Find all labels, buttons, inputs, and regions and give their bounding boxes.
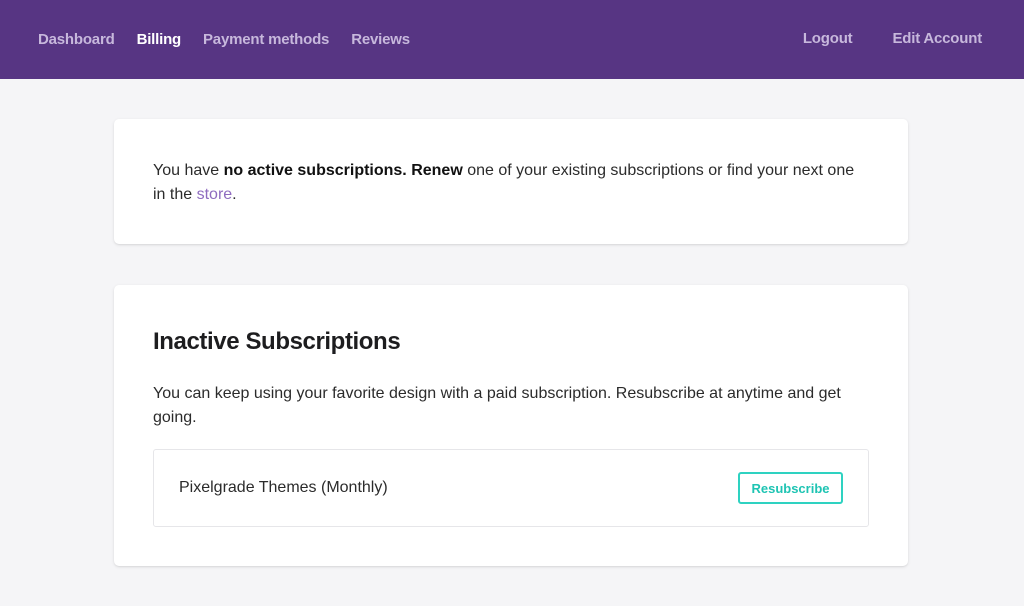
account-nav: Logout Edit Account — [803, 30, 982, 47]
nav-dashboard-link[interactable]: Dashboard — [38, 31, 115, 48]
inactive-subscriptions-title: Inactive Subscriptions — [153, 328, 401, 355]
primary-nav: Dashboard Billing Payment methods Review… — [38, 31, 410, 48]
subscription-name: Pixelgrade Themes (Monthly) — [179, 479, 388, 496]
resubscribe-button[interactable]: Resubscribe — [738, 472, 843, 504]
inactive-subscriptions-description: You can keep using your favorite design … — [153, 385, 841, 426]
edit-account-link[interactable]: Edit Account — [892, 30, 982, 47]
inactive-subscriptions-card: Inactive Subscriptions You can keep usin… — [114, 285, 908, 566]
notice-text-after: . — [232, 186, 237, 203]
nav-billing-link[interactable]: Billing — [137, 31, 182, 48]
top-navigation-bar: Dashboard Billing Payment methods Review… — [0, 0, 1024, 79]
no-subscriptions-notice-card: You have no active subscriptions. Renew … — [114, 119, 908, 244]
nav-reviews-link[interactable]: Reviews — [351, 31, 410, 48]
notice-bold-renew: Renew — [411, 162, 463, 179]
notice-bold-no-active: no active subscriptions. — [223, 162, 407, 179]
notice-text-before: You have — [153, 162, 224, 179]
subscription-row: Pixelgrade Themes (Monthly) Resubscribe — [153, 449, 869, 527]
nav-payment-methods-link[interactable]: Payment methods — [203, 31, 329, 48]
logout-link[interactable]: Logout — [803, 30, 853, 47]
no-subscriptions-message: You have no active subscriptions. Renew … — [153, 159, 870, 207]
store-link[interactable]: store — [197, 186, 233, 203]
